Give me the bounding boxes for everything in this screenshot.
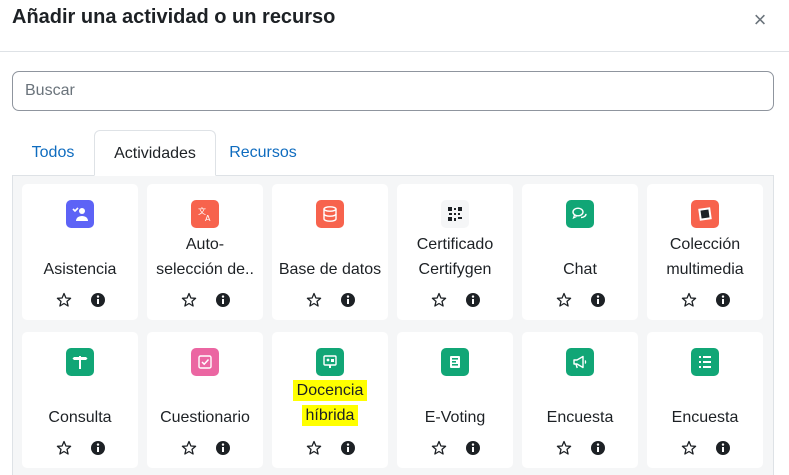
module-card-encuesta-2[interactable]: Encuesta [647,332,763,468]
module-label: Auto- selección de.. [156,236,254,278]
module-card-auto-seleccion[interactable]: 文A Auto- selección de.. [147,184,263,320]
info-icon[interactable] [465,440,481,456]
info-icon[interactable] [590,292,606,308]
dialog-title: Añadir una actividad o un recurso [12,6,336,28]
module-label: Cuestionario [160,409,250,426]
database-icon [316,200,344,228]
star-icon[interactable] [56,440,72,456]
quiz-checkbox-icon [191,348,219,376]
module-label: Colección multimedia [666,236,744,278]
modules-grid: Asistencia 文A Auto- selección de.. Base … [12,176,774,475]
star-icon[interactable] [181,292,197,308]
module-label: Certificado Certifygen [416,236,494,278]
info-icon[interactable] [215,292,231,308]
tab-todos[interactable]: Todos [12,130,94,176]
star-icon[interactable] [431,292,447,308]
list-icon [691,348,719,376]
megaphone-icon [566,348,594,376]
module-card-base-de-datos[interactable]: Base de datos [272,184,388,320]
star-icon[interactable] [306,440,322,456]
media-collection-icon [691,200,719,228]
module-card-docencia-hibrida[interactable]: Docencia híbrida [272,332,388,468]
module-card-cuestionario[interactable]: Cuestionario [147,332,263,468]
star-icon[interactable] [556,440,572,456]
info-icon[interactable] [340,292,356,308]
star-icon[interactable] [306,292,322,308]
star-icon[interactable] [56,292,72,308]
module-card-consulta[interactable]: Consulta [22,332,138,468]
info-icon[interactable] [590,440,606,456]
module-card-encuesta-1[interactable]: Encuesta [522,332,638,468]
star-icon[interactable] [181,440,197,456]
module-card-chat[interactable]: Chat [522,184,638,320]
qr-code-icon [441,200,469,228]
info-icon[interactable] [90,440,106,456]
module-label: Consulta [48,409,112,426]
tab-bar: Todos Actividades Recursos [12,130,774,176]
chat-icon [566,200,594,228]
tab-actividades[interactable]: Actividades [94,130,216,176]
svg-text:A: A [205,214,211,223]
module-label: Base de datos [278,261,382,278]
module-card-coleccion-multimedia[interactable]: Colección multimedia [647,184,763,320]
info-icon[interactable] [340,440,356,456]
module-card-asistencia[interactable]: Asistencia [22,184,138,320]
info-icon[interactable] [215,440,231,456]
star-icon[interactable] [681,292,697,308]
module-label: E-Voting [424,409,486,426]
close-icon[interactable]: × [748,8,772,32]
signpost-icon [66,348,94,376]
star-icon[interactable] [556,292,572,308]
module-label: Encuesta [671,409,739,426]
module-card-e-voting[interactable]: E-Voting [397,332,513,468]
module-label: Encuesta [546,409,614,426]
info-icon[interactable] [465,292,481,308]
translate-icon: 文A [191,200,219,228]
module-label: Chat [563,261,597,278]
info-icon[interactable] [715,292,731,308]
tab-recursos[interactable]: Recursos [216,130,310,176]
info-icon[interactable] [715,440,731,456]
dialog-header: Añadir una actividad o un recurso × [0,0,789,52]
attendance-icon [66,200,94,228]
e-voting-icon [441,348,469,376]
star-icon[interactable] [431,440,447,456]
module-label: Docencia híbrida [274,378,386,428]
info-icon[interactable] [90,292,106,308]
hybrid-teaching-icon [316,348,344,376]
star-icon[interactable] [681,440,697,456]
module-label: Asistencia [43,261,117,278]
module-card-certificado-certifygen[interactable]: Certificado Certifygen [397,184,513,320]
search-input[interactable] [12,71,774,111]
